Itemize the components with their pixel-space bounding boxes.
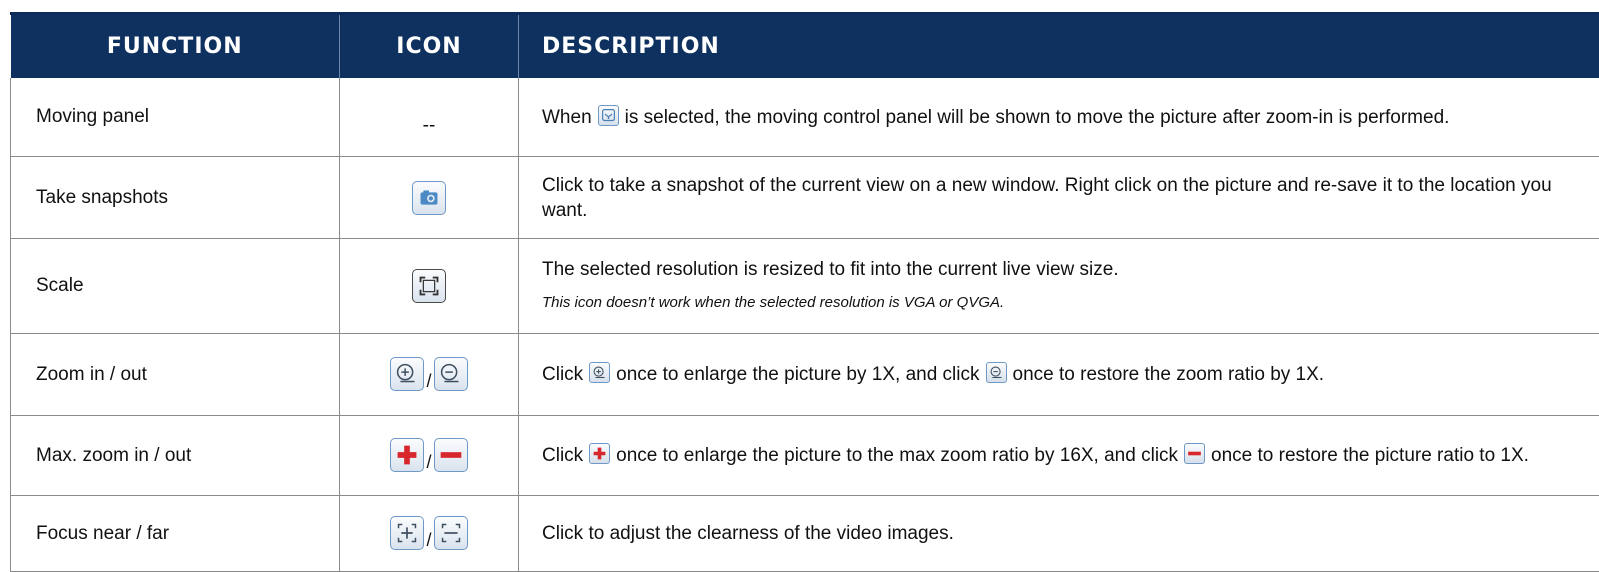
icon-cell: -- [340,78,519,157]
max-zoom-out-icon[interactable] [434,438,468,472]
icon-cell [340,239,519,334]
max-zoom-out-icon [1184,443,1205,464]
camera-icon[interactable] [412,181,446,215]
function-cell: Scale [11,239,340,334]
icon-separator: / [426,452,431,472]
icon-cell: / [340,496,519,572]
description-cell: Click to take a snapshot of the current … [519,157,1599,239]
table-row: Scale The selected resolution is resized… [11,239,1599,334]
icon-separator: / [426,530,431,550]
focus-near-icon[interactable] [390,516,424,550]
focus-far-icon[interactable] [434,516,468,550]
zoom-out-icon[interactable] [434,357,468,391]
zoom-out-icon [986,362,1007,383]
table-row: Max. zoom in / out / Click once to enlarg… [11,416,1599,496]
description-cell: Click once to enlarge the picture by 1X, … [519,334,1599,416]
description-text: When [542,107,592,128]
header-icon: ICON [340,15,519,78]
icon-cell: / [340,416,519,496]
table-row: Focus near / far / Click to adjust the c… [11,496,1599,572]
header-function: FUNCTION [11,15,340,78]
function-cell: Focus near / far [11,496,340,572]
description-text: Click [542,445,583,466]
description-text: The selected resolution is resized to fi… [542,259,1119,280]
icon-separator: / [426,371,431,391]
function-cell: Max. zoom in / out [11,416,340,496]
function-cell: Zoom in / out [11,334,340,416]
description-cell: Click once to enlarge the picture to the … [519,416,1599,496]
icon-cell [340,157,519,239]
description-text: once to restore the zoom ratio by 1X. [1013,364,1325,385]
description-text: once to restore the picture ratio to 1X. [1211,445,1529,466]
table-row: Zoom in / out / Click once to enlarge the… [11,334,1599,416]
description-cell: The selected resolution is resized to fi… [519,239,1599,334]
zoom-in-icon[interactable] [390,357,424,391]
table-row: Take snapshots Click to take a snapshot … [11,157,1599,239]
description-text: once to enlarge the picture by 1X, and c… [616,364,979,385]
function-cell: Take snapshots [11,157,340,239]
moving-panel-icon [598,105,619,126]
scale-icon[interactable] [412,269,446,303]
function-cell: Moving panel [11,78,340,157]
description-text: once to enlarge the picture to the max z… [616,445,1178,466]
function-table: FUNCTION ICON DESCRIPTION Moving panel -… [10,15,1599,572]
icon-cell: / [340,334,519,416]
header-description: DESCRIPTION [519,15,1599,78]
description-cell: When is selected, the moving control pane… [519,78,1599,157]
no-icon-dash: -- [423,115,436,136]
header-row: FUNCTION ICON DESCRIPTION [11,15,1599,78]
max-zoom-in-icon[interactable] [390,438,424,472]
max-zoom-in-icon [589,443,610,464]
description-text: Click [542,364,583,385]
note-text: This icon doesn’t work when the selected… [542,290,1581,315]
table-row: Moving panel -- When is selected, the mov… [11,78,1599,157]
zoom-in-icon [589,362,610,383]
description-cell: Click to adjust the clearness of the vid… [519,496,1599,572]
description-text: is selected, the moving control panel wi… [625,107,1450,128]
